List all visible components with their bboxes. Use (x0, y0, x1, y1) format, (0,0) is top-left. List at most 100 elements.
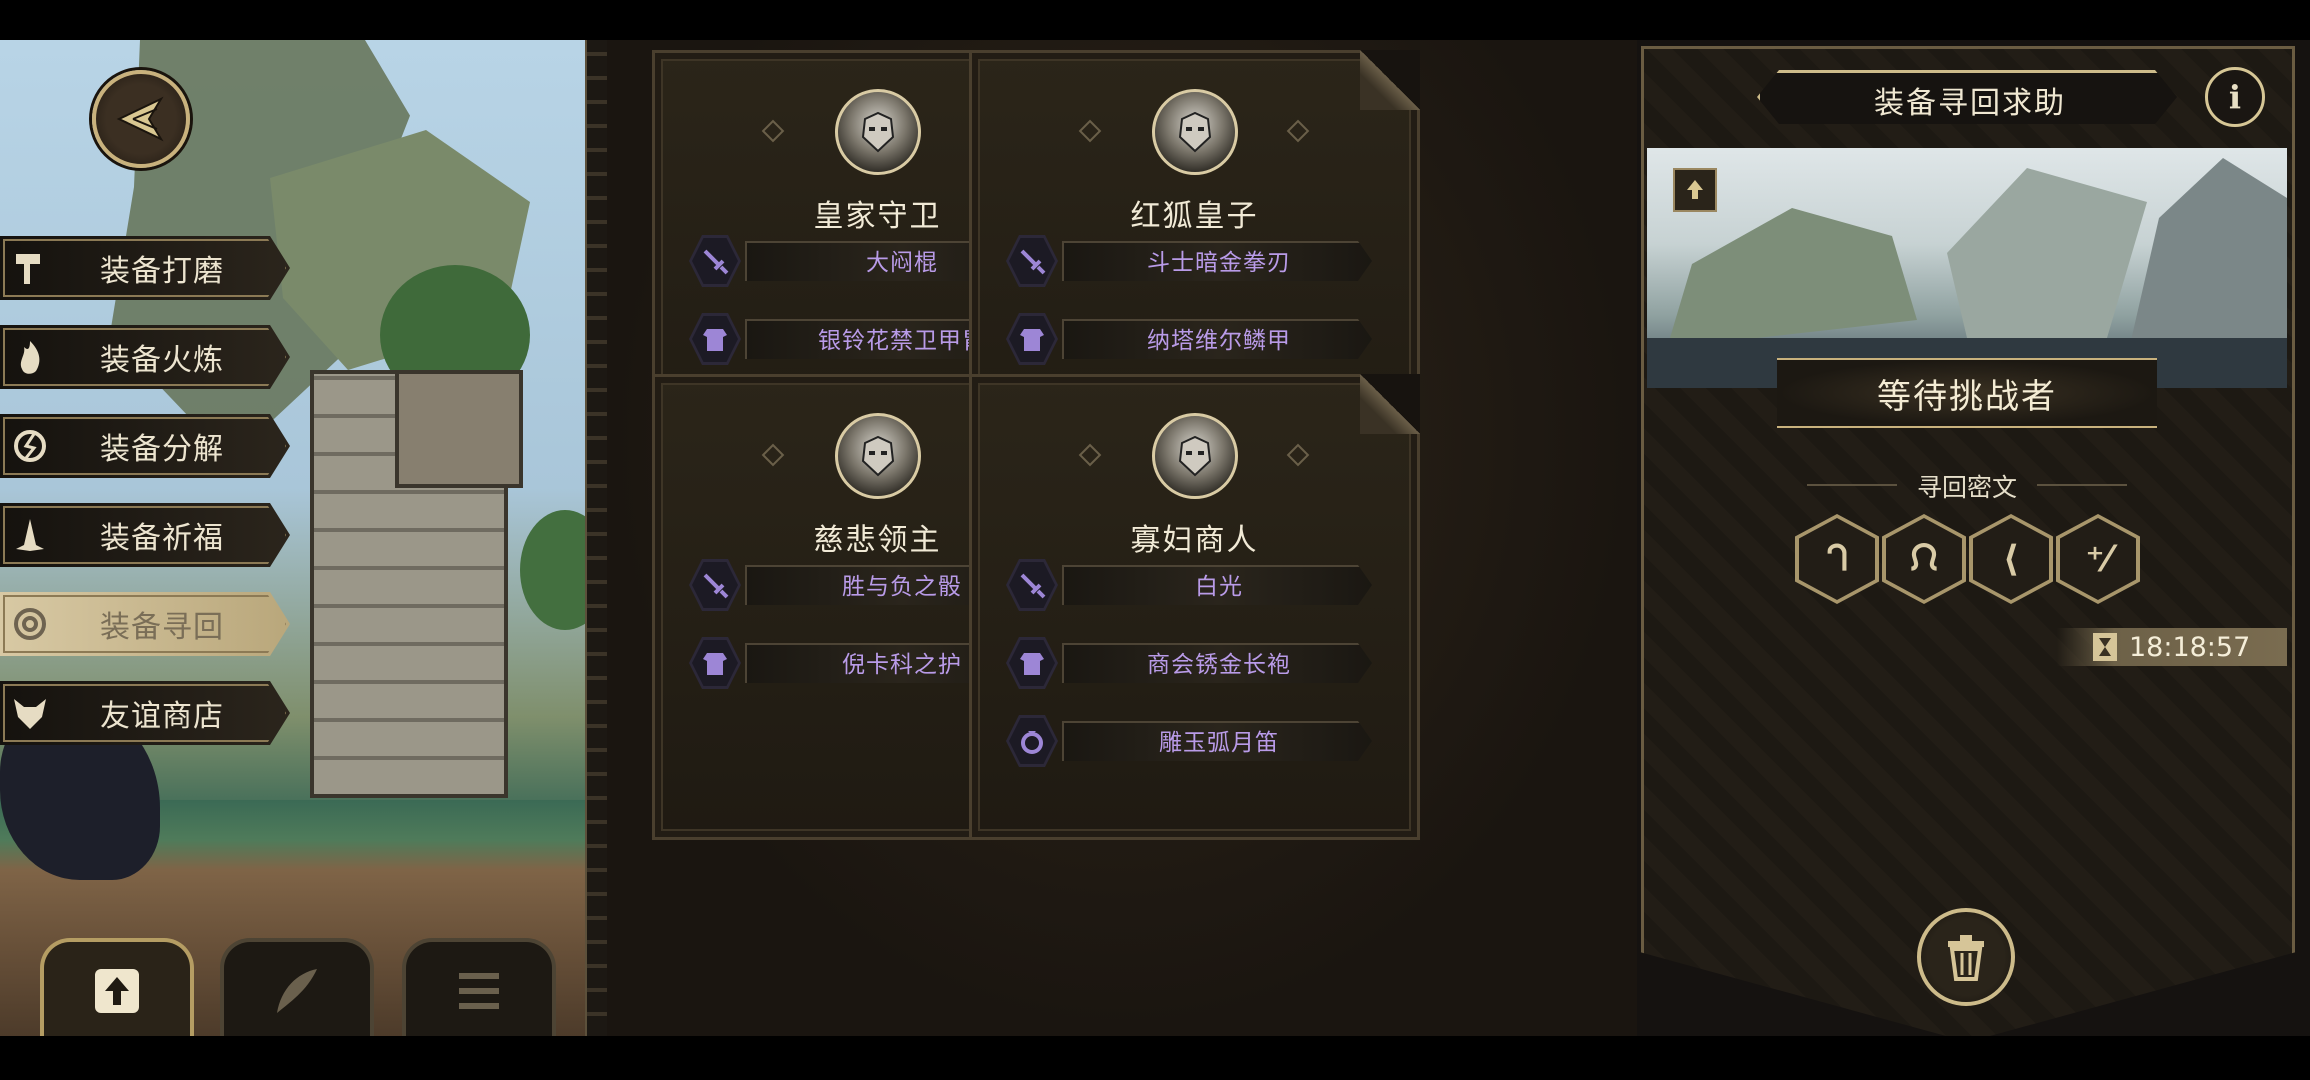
menu-item-polish[interactable]: 装备打磨 (0, 236, 290, 300)
hammer-icon (16, 254, 40, 284)
menu-label: 装备寻回 (100, 610, 224, 645)
bush (520, 510, 585, 630)
shatter-icon (14, 430, 46, 462)
equip-slot[interactable]: 纳塔维尔鳞甲 (1006, 311, 1386, 367)
request-board: 皇家守卫大闷棍银铃花禁卫甲胄雕玉弧月笛红狐皇子斗士暗金拳刃纳塔维尔鳞甲金镂春信香… (607, 40, 1637, 1036)
challenge-artwork (1647, 148, 2287, 388)
ornament-diamond (1286, 443, 1310, 467)
feather-icon (277, 969, 317, 1013)
sword-icon (703, 249, 729, 275)
character-face-icon (861, 435, 894, 477)
sword-icon (703, 573, 729, 599)
panel-title-banner: 装备寻回求助 (1757, 70, 2177, 124)
ornament-diamond (1078, 119, 1102, 143)
ornament-diamond (761, 443, 785, 467)
game-screen: 装备打磨 装备火炼 装备分解 装备祈福 装备寻回 友谊商店 皇家守卫 大闷棍 银… (0, 40, 2310, 1036)
armor-icon (703, 653, 727, 675)
menu-item-dismantle[interactable]: 装备分解 (0, 414, 290, 478)
rune-slot[interactable]: ᘃ (1795, 514, 1879, 604)
equip-bar: 斗士暗金拳刃 (1062, 241, 1372, 281)
status-banner: 等待挑战者 (1777, 358, 2157, 428)
armor-icon (1020, 653, 1044, 675)
equip-name: 斗士暗金拳刃 (1147, 250, 1291, 276)
equip-name: 白光 (1195, 574, 1243, 600)
menu-item-friend-shop[interactable]: 友谊商店 (0, 681, 290, 745)
equip-name: 雕玉弧月笛 (1159, 730, 1279, 756)
status-text: 等待挑战者 (1877, 376, 2057, 417)
character-name: 红狐皇子 (1130, 199, 1259, 234)
equip-type-badge (689, 559, 741, 611)
info-button[interactable]: i (2205, 67, 2265, 127)
equip-slot[interactable]: 雕玉弧月笛 (1006, 713, 1386, 769)
equip-slot[interactable]: 商会锈金长袍 (1006, 635, 1386, 691)
sword-icon (1020, 249, 1046, 275)
equip-type-badge (689, 637, 741, 689)
ring-icon (1021, 731, 1043, 754)
share-upload-button[interactable] (1673, 168, 1717, 212)
equip-slot[interactable]: 白光 (1006, 557, 1386, 613)
side-menu: 装备打磨 装备火炼 装备分解 装备祈福 装备寻回 友谊商店 (0, 236, 300, 770)
flame-icon (20, 341, 40, 374)
character-portrait (834, 413, 921, 499)
rock (1667, 208, 1917, 348)
character-portrait (1151, 89, 1238, 175)
equip-type-badge (1006, 559, 1058, 611)
back-button[interactable] (92, 70, 190, 168)
armor-icon (703, 329, 727, 351)
equip-name: 纳塔维尔鳞甲 (1147, 328, 1291, 354)
praying-hands-icon (16, 519, 44, 551)
rune-glyph-icon: ᙁ (1910, 538, 1938, 579)
stone-tower-top (395, 370, 523, 488)
character-face-icon (861, 111, 894, 153)
equip-type-badge (1006, 235, 1058, 287)
secret-runes: ᘃ ᙁ ⟨ ⁺⁄ (1795, 514, 2145, 614)
info-icon: i (2228, 78, 2242, 116)
menu-label: 装备打磨 (100, 254, 224, 289)
rune-glyph-icon: ⁺⁄ (2085, 538, 2111, 580)
target-icon (14, 608, 46, 640)
equip-bar: 白光 (1062, 565, 1372, 605)
ornament-diamond (1286, 119, 1310, 143)
sword-icon (1020, 573, 1046, 599)
rune-slot[interactable]: ⁺⁄ (2056, 514, 2140, 604)
menu-label: 装备分解 (100, 432, 224, 467)
scene-background: 装备打磨 装备火炼 装备分解 装备祈福 装备寻回 友谊商店 (0, 40, 585, 1036)
rock (2127, 158, 2287, 358)
character-face-icon (1178, 111, 1211, 153)
bottom-tab-bar (40, 938, 560, 1036)
delete-button[interactable] (1917, 908, 2015, 1006)
equip-type-badge (1006, 313, 1058, 365)
menu-item-forge[interactable]: 装备火炼 (0, 325, 290, 389)
rune-slot[interactable]: ᙁ (1882, 514, 1966, 604)
tab-list[interactable] (402, 938, 556, 1036)
equip-type-badge (1006, 715, 1058, 767)
menu-item-bless[interactable]: 装备祈福 (0, 503, 290, 567)
back-arrow-icon (116, 96, 164, 142)
upload-icon (1687, 180, 1703, 199)
rune-glyph-icon: ⟨ (2002, 538, 2020, 580)
menu-label: 装备火炼 (100, 343, 224, 378)
menu-label: 友谊商店 (100, 699, 224, 734)
secret-code-title: 寻回密文 (1757, 468, 2177, 504)
ornament-diamond (761, 119, 785, 143)
character-name: 寡妇商人 (1130, 523, 1259, 558)
menu-label: 装备祈福 (100, 521, 224, 556)
menu-item-retrieve[interactable]: 装备寻回 (0, 592, 290, 656)
equip-bar: 雕玉弧月笛 (1062, 721, 1372, 761)
equip-slot[interactable]: 斗士暗金拳刃 (1006, 233, 1386, 289)
hourglass-icon (2093, 633, 2117, 661)
countdown-timer: 18:18:57 (2057, 628, 2287, 666)
tab-upload[interactable] (40, 938, 194, 1036)
request-card[interactable]: 寡妇商人白光商会锈金长袍 雕玉弧月笛 (969, 374, 1420, 840)
panel-title: 装备寻回求助 (1874, 86, 2066, 121)
equip-name: 商会锈金长袍 (1147, 652, 1291, 678)
armor-icon (1020, 329, 1044, 351)
equip-type-badge (1006, 637, 1058, 689)
fox-icon (14, 699, 46, 729)
tab-feather[interactable] (220, 938, 374, 1036)
equip-type-badge (689, 235, 741, 287)
list-icon (459, 973, 499, 1009)
timer-text: 18:18:57 (2129, 631, 2251, 663)
rune-slot[interactable]: ⟨ (1969, 514, 2053, 604)
rune-glyph-icon: ᘃ (1826, 538, 1848, 579)
